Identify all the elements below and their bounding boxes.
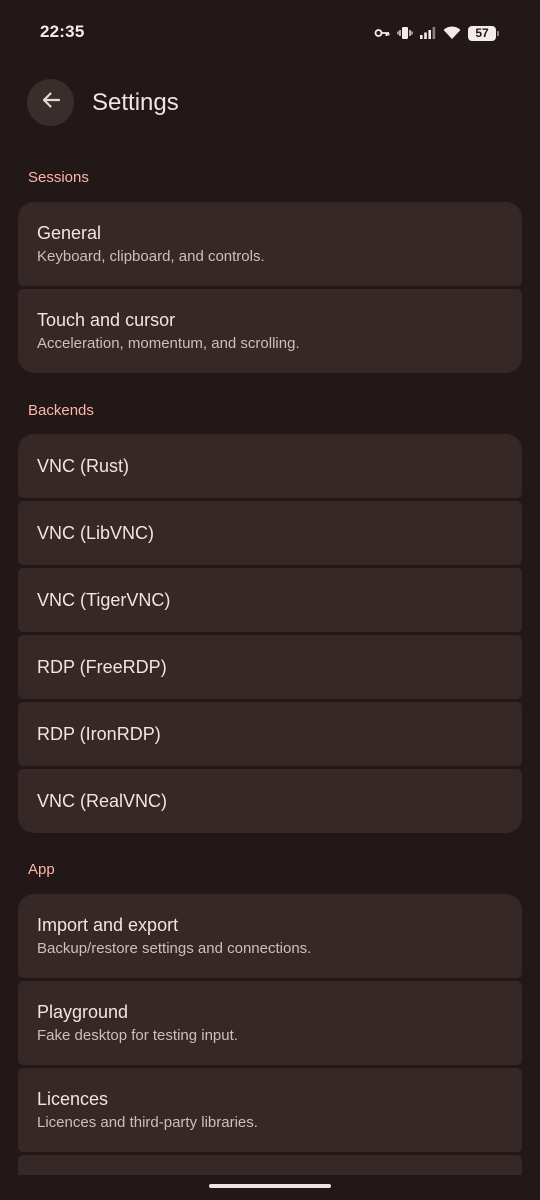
section-header-backends: Backends	[28, 402, 94, 419]
settings-item-playground[interactable]: Playground Fake desktop for testing inpu…	[18, 981, 522, 1065]
item-title: Playground	[37, 1002, 129, 1022]
sessions-group: General Keyboard, clipboard, and control…	[18, 202, 522, 373]
vpn-key-icon	[374, 27, 390, 39]
backends-group: VNC (Rust) VNC (LibVNC) VNC (TigerVNC) R…	[18, 434, 522, 833]
item-subtitle: Keyboard, clipboard, and controls.	[37, 248, 265, 265]
settings-item-partial[interactable]	[18, 1155, 522, 1175]
item-title: General	[37, 223, 102, 243]
item-subtitle: Licences and third-party libraries.	[37, 1114, 258, 1131]
wifi-icon	[443, 26, 461, 40]
settings-item-import-export[interactable]: Import and export Backup/restore setting…	[18, 894, 522, 978]
item-title: Touch and cursor	[37, 310, 176, 330]
status-time: 22:35	[40, 22, 85, 41]
settings-item-general[interactable]: General Keyboard, clipboard, and control…	[18, 202, 522, 286]
item-title: VNC (Rust)	[37, 456, 130, 476]
item-subtitle: Backup/restore settings and connections.	[37, 940, 312, 957]
backend-item-rdp-ironrdp[interactable]: RDP (IronRDP)	[18, 702, 522, 766]
battery-level: 57	[475, 26, 489, 40]
item-subtitle: Fake desktop for testing input.	[37, 1027, 238, 1044]
back-button[interactable]	[27, 79, 74, 126]
backend-item-vnc-realvnc[interactable]: VNC (RealVNC)	[18, 769, 522, 833]
vibrate-icon	[397, 26, 413, 40]
section-header-app: App	[28, 861, 55, 878]
item-subtitle: Acceleration, momentum, and scrolling.	[37, 335, 300, 352]
item-title: RDP (FreeRDP)	[37, 657, 167, 677]
backend-item-rdp-freerdp[interactable]: RDP (FreeRDP)	[18, 635, 522, 699]
item-title: Import and export	[37, 915, 179, 935]
item-title: Licences	[37, 1089, 109, 1109]
settings-item-licences[interactable]: Licences Licences and third-party librar…	[18, 1068, 522, 1152]
settings-item-touch-and-cursor[interactable]: Touch and cursor Acceleration, momentum,…	[18, 289, 522, 373]
arrow-back-icon	[40, 89, 62, 116]
item-title: VNC (TigerVNC)	[37, 590, 171, 610]
gesture-navigation-bar[interactable]	[209, 1184, 331, 1188]
status-icons: 57	[374, 22, 499, 44]
item-title: VNC (LibVNC)	[37, 523, 155, 543]
backend-item-vnc-libvnc[interactable]: VNC (LibVNC)	[18, 501, 522, 565]
settings-screen: 22:35 57 Settings Sessions General Keybo…	[0, 0, 540, 1200]
status-bar: 22:35 57	[0, 0, 540, 66]
battery-icon: 57	[468, 25, 499, 41]
section-header-sessions: Sessions	[28, 169, 89, 186]
item-title: RDP (IronRDP)	[37, 724, 161, 744]
page-title: Settings	[92, 89, 179, 116]
app-group: Import and export Backup/restore setting…	[18, 894, 522, 1175]
backend-item-vnc-tigervnc[interactable]: VNC (TigerVNC)	[18, 568, 522, 632]
backend-item-vnc-rust[interactable]: VNC (Rust)	[18, 434, 522, 498]
signal-icon	[420, 26, 436, 40]
item-title: VNC (RealVNC)	[37, 791, 168, 811]
